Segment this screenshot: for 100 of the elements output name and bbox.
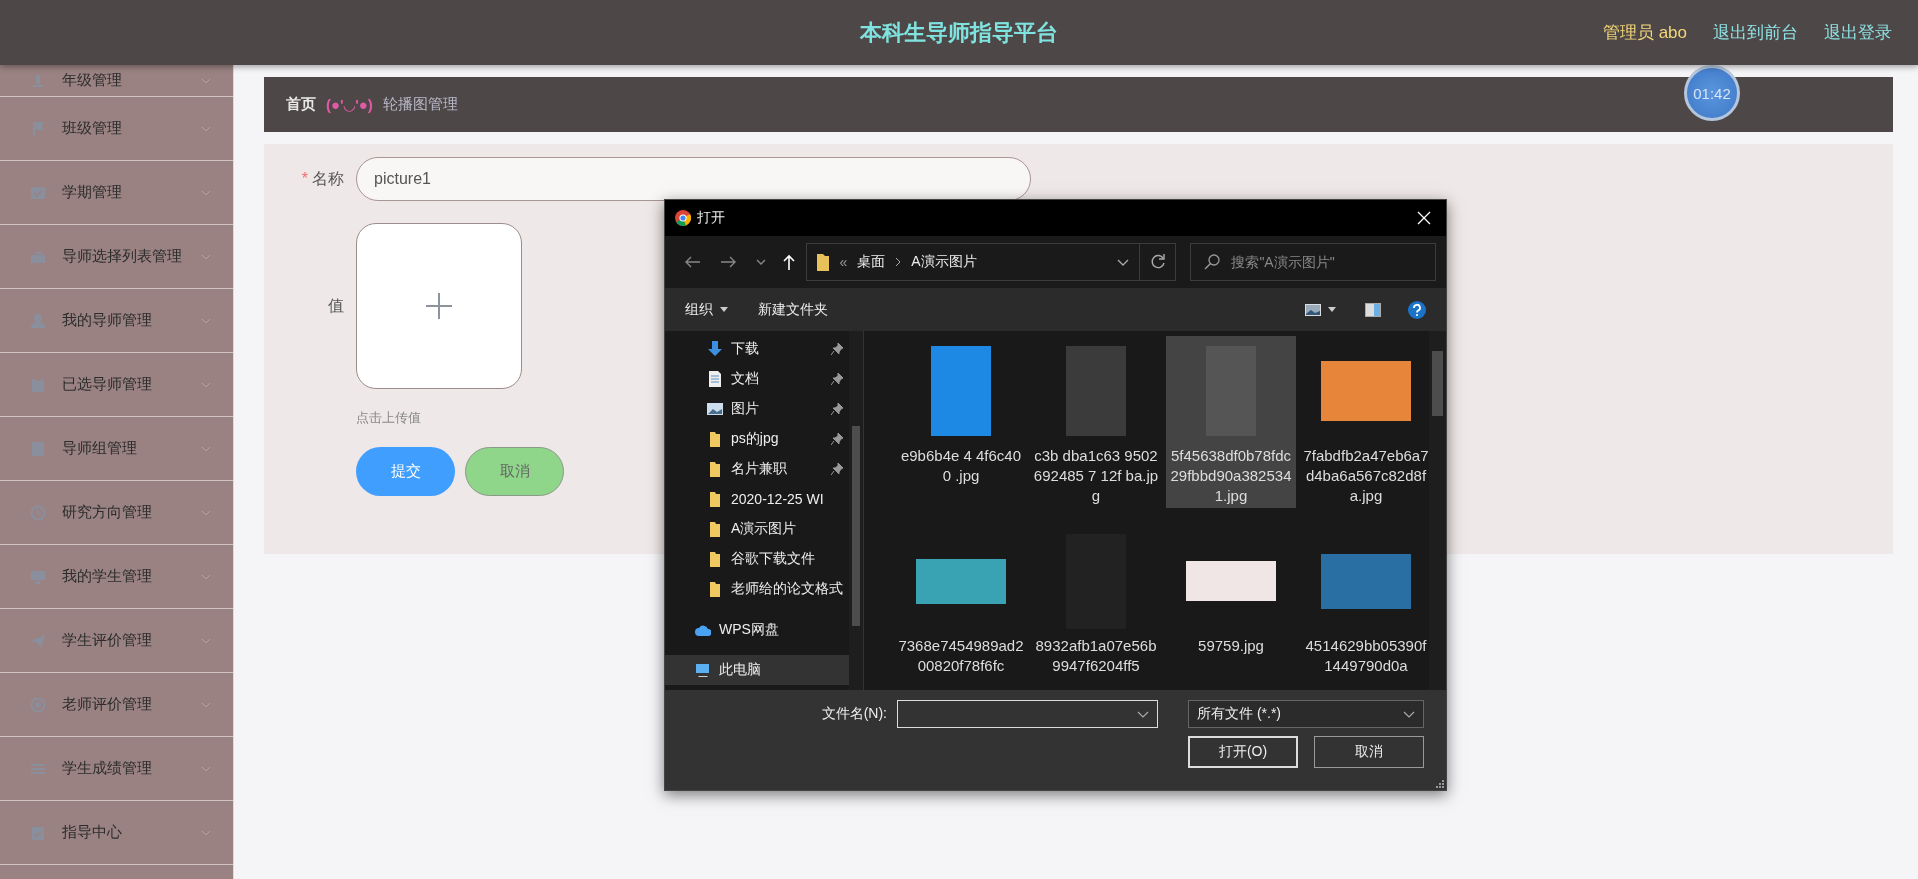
location-item[interactable]: 此电脑 bbox=[665, 655, 849, 685]
folder-icon bbox=[817, 253, 830, 271]
folder-list-item[interactable]: 2020-12-25 WI bbox=[665, 484, 849, 514]
folder-list-item[interactable]: 图片 bbox=[665, 394, 849, 424]
file-item[interactable]: c3b dba1c63 9502692485 7 12f ba.jpg bbox=[1031, 336, 1161, 508]
caret-down-icon bbox=[720, 307, 728, 312]
menu-label: 老师评价管理 bbox=[62, 695, 153, 714]
location-label: 此电脑 bbox=[719, 661, 762, 679]
chevron-down-icon bbox=[201, 509, 211, 516]
location-item[interactable]: WPS网盘 bbox=[665, 615, 849, 645]
close-icon bbox=[1417, 211, 1431, 225]
file-type-dropdown[interactable]: 所有文件 (*.*) bbox=[1188, 700, 1424, 728]
field-label: 名称 bbox=[312, 170, 344, 187]
cancel-button[interactable]: 取消 bbox=[1314, 736, 1424, 768]
folder-label: A演示图片 bbox=[731, 520, 798, 538]
organize-menu-button[interactable]: 组织 bbox=[677, 296, 736, 323]
folder-icon bbox=[707, 581, 723, 597]
chevron-down-icon bbox=[201, 189, 211, 196]
file-name: 4514629bb05390f1449790d0a bbox=[1304, 636, 1428, 676]
menu-icon bbox=[30, 632, 46, 649]
sidebar-menu-item[interactable]: 我的导师管理 bbox=[0, 289, 233, 353]
new-folder-button[interactable]: 新建文件夹 bbox=[750, 296, 836, 323]
user-label: 管理员 abo bbox=[1602, 22, 1687, 44]
path-segment[interactable]: 桌面 bbox=[857, 253, 886, 271]
file-item[interactable]: 5f45638df0b78fdc29fbbd90a3825341.jpg bbox=[1166, 336, 1296, 508]
menu-label: 学生评价管理 bbox=[62, 631, 153, 650]
header-link[interactable]: 退出登录 bbox=[1824, 21, 1892, 44]
file-item[interactable]: 8932afb1a07e56b9947f6204ff5 bbox=[1031, 526, 1161, 678]
chevron-down-icon bbox=[201, 765, 211, 772]
file-item[interactable]: e9b6b4e 4 4f6c400 .jpg bbox=[896, 336, 1026, 508]
file-name: e9b6b4e 4 4f6c400 .jpg bbox=[899, 446, 1023, 486]
sidebar-menu-item[interactable]: 指导中心 bbox=[0, 801, 233, 865]
arrow-left-icon bbox=[683, 256, 700, 268]
folder-list-item[interactable]: 老师给的论文格式 bbox=[665, 574, 849, 604]
scrollbar[interactable] bbox=[1429, 331, 1446, 690]
open-button[interactable]: 打开(O) bbox=[1188, 736, 1298, 768]
chevron-down-icon bbox=[201, 77, 211, 84]
path-segment[interactable]: A演示图片 bbox=[911, 253, 977, 271]
menu-icon bbox=[30, 440, 46, 457]
menu-icon bbox=[30, 72, 46, 89]
address-bar[interactable]: « 桌面 A演示图片 bbox=[806, 243, 1141, 281]
document-icon bbox=[707, 371, 723, 387]
sidebar-menu-item[interactable]: 已选导师管理 bbox=[0, 353, 233, 417]
folder-icon bbox=[707, 491, 723, 507]
text-input[interactable]: picture1 bbox=[356, 157, 1031, 201]
arrow-down-icon bbox=[707, 341, 723, 357]
chevron-down-icon bbox=[201, 829, 211, 836]
pin-icon bbox=[831, 403, 843, 415]
sidebar-menu-item[interactable]: 导师组管理 bbox=[0, 417, 233, 481]
folder-list-item[interactable]: 谷歌下载文件 bbox=[665, 544, 849, 574]
sidebar-menu-item[interactable]: 研究方向管理 bbox=[0, 481, 233, 545]
sidebar-menu-item[interactable]: 学生成绩管理 bbox=[0, 737, 233, 801]
upload-box[interactable] bbox=[356, 223, 522, 389]
sidebar-menu-item[interactable]: 导师选择列表管理 bbox=[0, 225, 233, 289]
refresh-button[interactable] bbox=[1139, 243, 1177, 281]
folder-list-item[interactable]: 下载 bbox=[665, 334, 849, 364]
folder-label: 老师给的论文格式 bbox=[731, 580, 843, 598]
folder-label: 图片 bbox=[731, 400, 760, 418]
search-field[interactable]: 搜索"A演示图片" bbox=[1190, 243, 1436, 281]
file-item[interactable]: 7368e7454989ad200820f78f6fc bbox=[896, 526, 1026, 678]
folder-icon bbox=[707, 431, 723, 447]
file-item[interactable]: 4514629bb05390f1449790d0a bbox=[1301, 526, 1429, 678]
sidebar-menu-item[interactable]: 我的学生管理 bbox=[0, 545, 233, 609]
emoticon: (●'◡'●) bbox=[326, 95, 373, 114]
sidebar-menu-item[interactable]: 学生评价管理 bbox=[0, 609, 233, 673]
sidebar-menu-item[interactable]: 老师评价管理 bbox=[0, 673, 233, 737]
resize-grip-icon bbox=[1434, 778, 1444, 788]
pin-icon bbox=[831, 463, 843, 475]
chevron-down-icon bbox=[1117, 258, 1130, 266]
header-link[interactable]: 退出到前台 bbox=[1713, 21, 1798, 44]
file-item[interactable]: 7fabdfb2a47eb6a7d4ba6a567c82d8fa.jpg bbox=[1301, 336, 1429, 508]
caret-down-icon bbox=[1328, 307, 1336, 312]
sidebar-menu-item[interactable]: 学期管理 bbox=[0, 161, 233, 225]
menu-label: 已选导师管理 bbox=[62, 375, 153, 394]
menu-label: 指导中心 bbox=[62, 823, 123, 842]
folder-list-item[interactable]: 名片兼职 bbox=[665, 454, 849, 484]
chevron-down-icon bbox=[1137, 710, 1149, 718]
timer-badge: 01:42 bbox=[1684, 65, 1740, 121]
chevron-down-icon bbox=[201, 637, 211, 644]
folder-list-item[interactable]: ps的jpg bbox=[665, 424, 849, 454]
folder-list-item[interactable]: 文档 bbox=[665, 364, 849, 394]
file-name: 59759.jpg bbox=[1197, 636, 1265, 656]
sidebar-menu-item[interactable]: 班级管理 bbox=[0, 97, 233, 161]
menu-label: 学生成绩管理 bbox=[62, 759, 153, 778]
chevron-down-icon bbox=[201, 381, 211, 388]
chevron-down-icon bbox=[201, 317, 211, 324]
menu-icon bbox=[30, 312, 46, 329]
chevron-down-icon bbox=[201, 573, 211, 580]
menu-label: 导师选择列表管理 bbox=[62, 247, 183, 266]
file-name-input[interactable] bbox=[897, 700, 1158, 728]
breadcrumb-home-link[interactable]: 首页 bbox=[286, 95, 316, 114]
folder-list-item[interactable]: A演示图片 bbox=[665, 514, 849, 544]
sidebar-menu-item[interactable]: 年级管理 bbox=[0, 65, 233, 97]
menu-icon bbox=[30, 824, 46, 841]
scrollbar[interactable] bbox=[849, 331, 863, 690]
browser-logo-icon bbox=[675, 210, 691, 226]
chevron-down-icon bbox=[1403, 710, 1415, 718]
menu-icon bbox=[30, 504, 46, 521]
file-item[interactable]: 59759.jpg bbox=[1166, 526, 1296, 678]
upload-hint: 点击上传值 bbox=[356, 409, 422, 427]
